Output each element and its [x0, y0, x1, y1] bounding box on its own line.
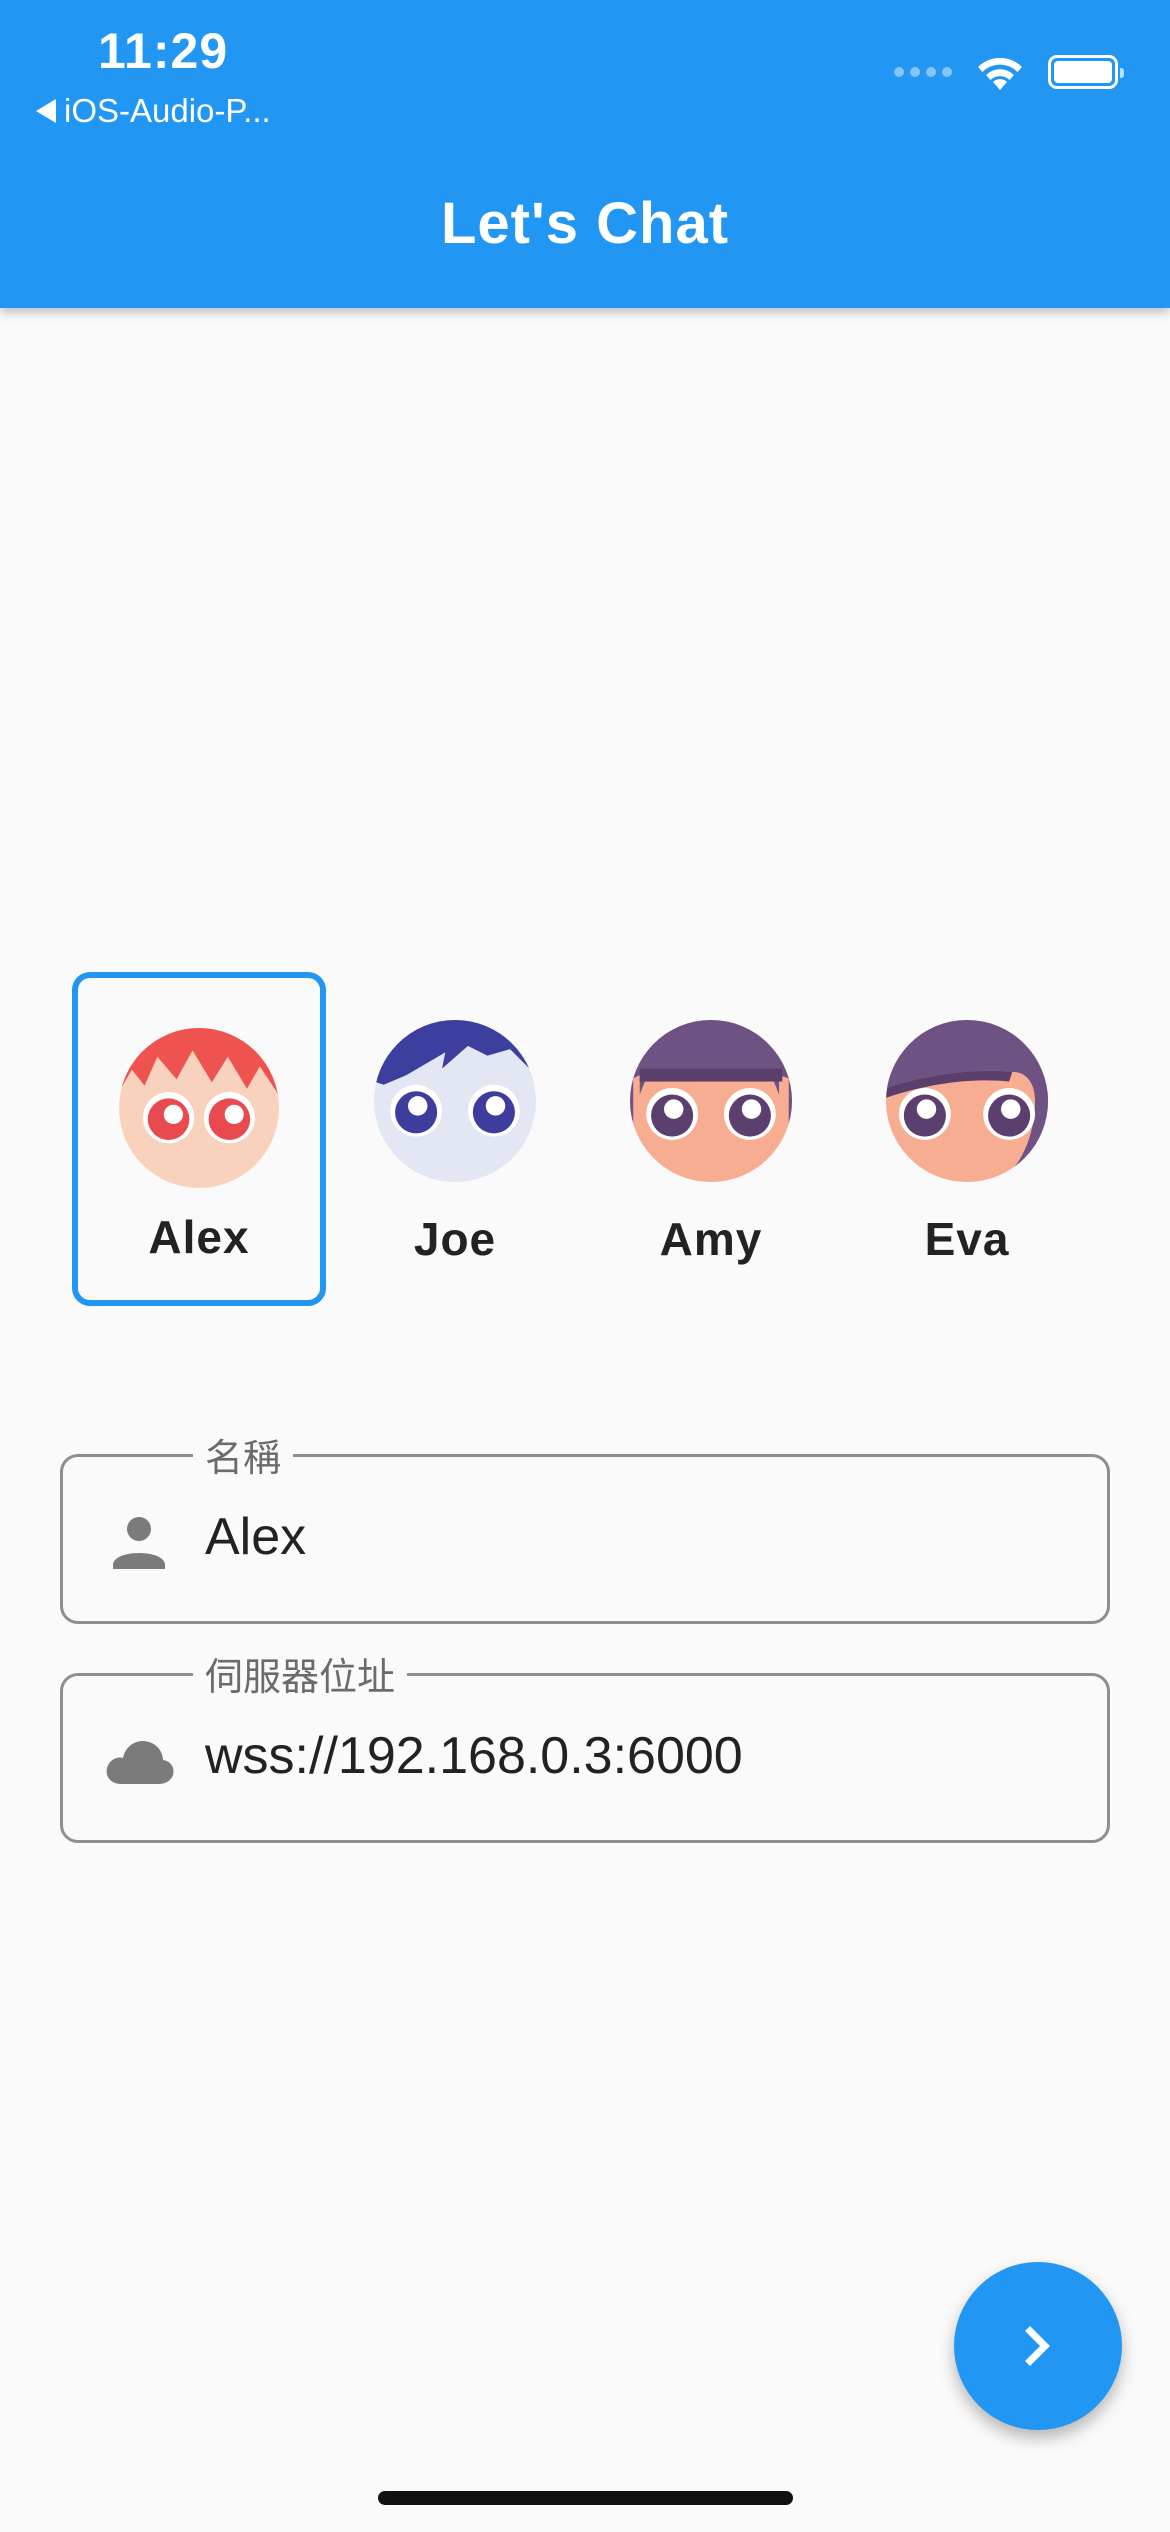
avatar-option-joe[interactable]: Joe: [328, 972, 582, 1306]
chevron-right-icon: [1025, 2326, 1050, 2366]
avatar-name: Alex: [148, 1211, 250, 1263]
avatar-option-amy[interactable]: Amy: [584, 972, 838, 1306]
cellular-signal-icon: [894, 67, 952, 77]
back-triangle-icon: [36, 99, 56, 123]
status-time: 11:29: [98, 23, 229, 79]
joe-avatar-icon: [374, 1020, 536, 1182]
avatar-name: Amy: [659, 1213, 763, 1265]
name-field[interactable]: 名稱 Alex: [60, 1427, 1110, 1624]
avatar-option-eva[interactable]: Eva: [840, 972, 1094, 1306]
amy-avatar-icon: [630, 1020, 792, 1182]
server-address-field-label: 伺服器位址: [193, 1646, 408, 1701]
name-field-label: 名稱: [193, 1427, 294, 1482]
wifi-icon: [978, 57, 1022, 90]
avatar-name: Eva: [924, 1213, 1010, 1265]
cloud-icon: [106, 1740, 174, 1784]
server-address-field[interactable]: 伺服器位址 wss://192.168.0.3:6000: [60, 1646, 1110, 1843]
home-indicator[interactable]: [378, 2491, 793, 2505]
next-button[interactable]: [954, 2262, 1122, 2430]
avatar-option-alex[interactable]: Alex: [72, 972, 326, 1306]
avatar-selector: Alex Joe Amy Eva: [70, 972, 1110, 1312]
avatar-name: Joe: [413, 1213, 497, 1265]
eva-avatar-icon: [886, 1020, 1048, 1182]
back-to-app-link[interactable]: iOS-Audio-P...: [36, 92, 271, 130]
person-icon: [113, 1517, 165, 1569]
battery-icon: [1048, 55, 1124, 89]
alex-avatar-icon: [119, 1028, 279, 1188]
server-address-field-value: wss://192.168.0.3:6000: [205, 1727, 743, 1785]
status-indicators: [894, 52, 1124, 92]
back-app-label: iOS-Audio-P...: [64, 92, 271, 129]
name-field-value: Alex: [205, 1508, 307, 1566]
page-title: Let's Chat: [440, 191, 730, 256]
app-bar: 11:29 iOS-Audio-P... Let's Chat: [0, 0, 1170, 308]
